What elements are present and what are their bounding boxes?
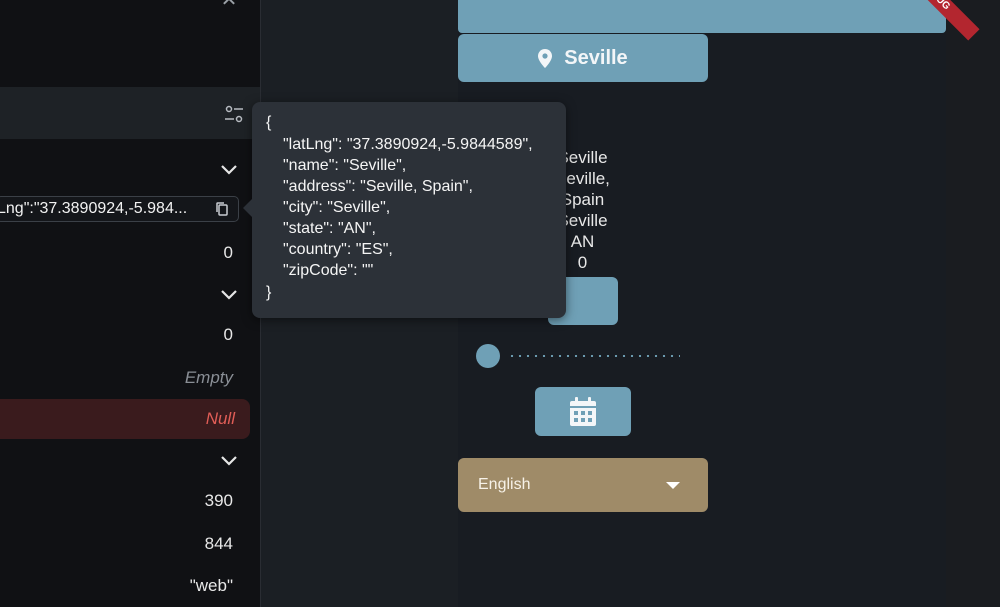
chevron-down-icon[interactable] [219,284,239,304]
app-bar [458,0,946,33]
tooltip-line: { [266,114,272,131]
slider-track[interactable] [508,355,680,357]
calendar-icon [570,396,596,426]
slider[interactable] [474,344,684,368]
value-row: 0 [223,243,233,262]
tooltip-line: "address": "Seville, Spain", [283,178,473,195]
tooltip-line: "country": "ES", [283,241,393,258]
null-value-row: Null [0,399,250,439]
date-picker-button[interactable] [535,387,631,436]
right-gutter [946,0,1000,607]
copy-icon[interactable] [214,201,230,217]
place-button-label: Seville [564,46,628,69]
filter-bar [0,87,260,139]
tooltip-line: "state": "AN", [283,220,376,237]
chevron-down-icon[interactable] [219,159,239,179]
null-value-text: Null [205,409,235,428]
language-dropdown[interactable]: English [458,458,708,512]
latlng-value-chip[interactable]: Lng":"37.3890924,-5.984... [0,196,239,222]
latlng-value-text: Lng":"37.3890924,-5.984... [0,200,188,217]
dropdown-arrow-icon [666,482,680,489]
language-dropdown-value: English [478,476,531,493]
close-icon[interactable]: ✕ [219,0,239,10]
value-row: 0 [223,325,233,344]
inspector-panel: ✕ Lng":"37.3890924,-5.984... 0 0 Empty N… [0,0,260,607]
value-row: 844 [204,534,233,553]
tooltip-line: "city": "Seville", [283,199,391,216]
value-row: 390 [204,491,233,510]
chevron-down-icon[interactable] [219,450,239,470]
empty-value-row: Empty [184,368,233,387]
slider-thumb[interactable] [476,344,500,368]
tooltip-line: "latLng": "37.3890924,-5.9844589", [283,136,533,153]
value-tooltip: { "latLng": "37.3890924,-5.9844589", "na… [243,102,566,318]
tune-icon[interactable] [224,104,244,124]
location-pin-icon [538,48,553,68]
place-picker-button[interactable]: Seville [458,34,708,82]
tooltip-line: "name": "Seville", [283,157,407,174]
tooltip-line: "zipCode": "" [283,262,374,279]
value-row: "web" [189,576,233,595]
tooltip-line: } [266,284,272,301]
